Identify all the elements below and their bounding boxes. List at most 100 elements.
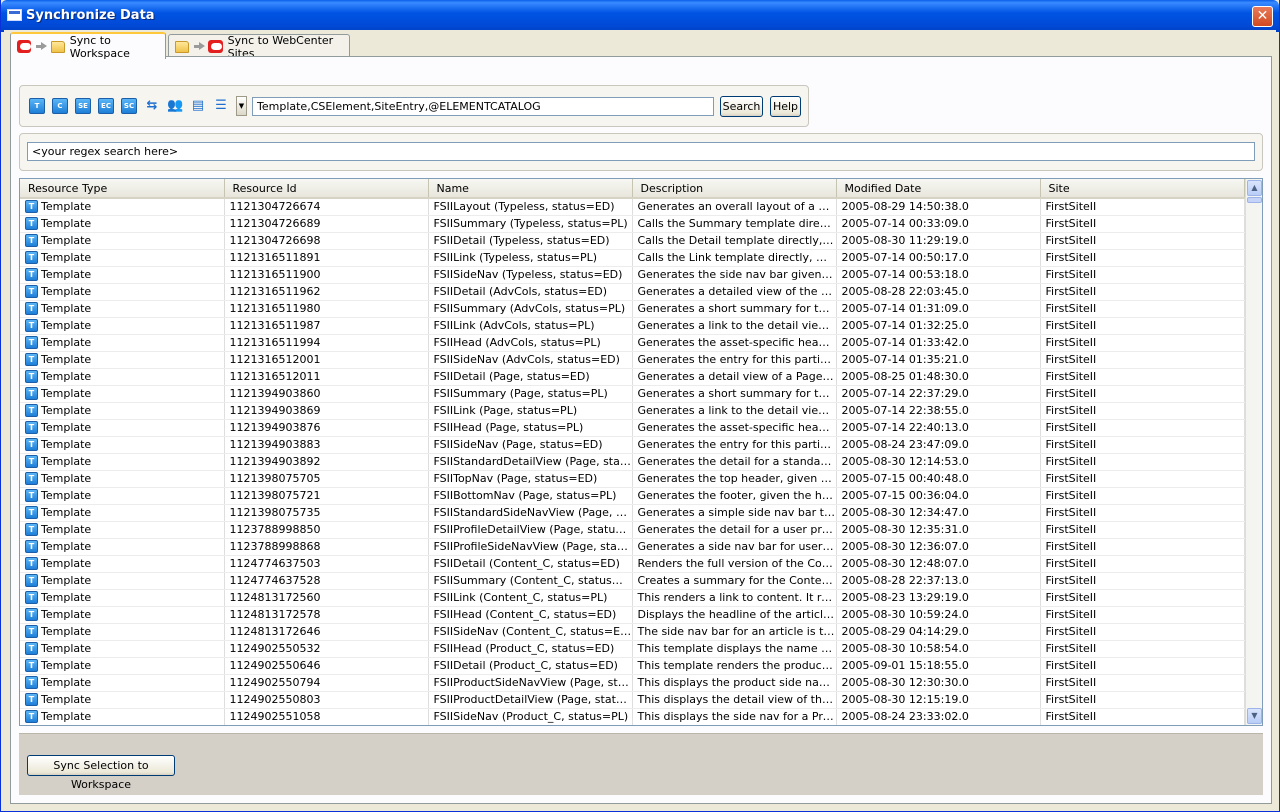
template-icon: T (25, 591, 38, 604)
cell-resource-type: T Template (20, 419, 225, 437)
scroll-up-button[interactable]: ▲ (1247, 180, 1262, 196)
resource-type-label: Template (41, 693, 92, 706)
elementcatalog-type-icon[interactable]: EC (98, 98, 114, 114)
table-row[interactable]: T Template 1121398075705 FSIITopNav (Page, … (20, 470, 1245, 488)
asset-type-icon[interactable]: ▤ (190, 98, 206, 114)
cell-name: FSIISummary (AdvCols, status=PL) (428, 300, 633, 318)
sync-refresh-icon[interactable]: ⇆ (144, 98, 160, 114)
column-header-description[interactable]: Description (632, 179, 837, 199)
cell-modified-date: 2005-07-14 22:37:29.0 (836, 385, 1041, 403)
table-row[interactable]: T Template 1124902550794 FSIIProductSideNav… (20, 674, 1245, 692)
cell-site: FirstSiteII (1040, 215, 1245, 233)
table-row[interactable]: T Template 1121316512001 FSIISideNav (AdvCo… (20, 351, 1245, 369)
cselement-type-icon[interactable]: C (52, 98, 68, 114)
close-button[interactable]: ✕ (1252, 6, 1273, 27)
regex-filter-group: <your regex search here> (19, 133, 1263, 171)
cell-site: FirstSiteII (1040, 249, 1245, 267)
resource-type-label: Template (41, 353, 92, 366)
table-row[interactable]: T Template 1124813172560 FSIILink (Content_… (20, 589, 1245, 607)
table-row[interactable]: T Template 1124813172646 FSIISideNav (Conte… (20, 623, 1245, 641)
cell-description: This renders a link to content. It req..… (632, 589, 837, 607)
table-row[interactable]: T Template 1121394903892 FSIIStandardDetail… (20, 453, 1245, 471)
cell-resource-id: 1124774637503 (224, 555, 429, 573)
table-row[interactable]: T Template 1121304726698 FSIIDetail (Typele… (20, 232, 1245, 250)
scroll-down-button[interactable]: ▼ (1247, 708, 1262, 724)
sitecatalog-type-icon[interactable]: SC (121, 98, 137, 114)
table-row[interactable]: T Template 1121316511891 FSIILink (Typeless… (20, 249, 1245, 267)
table-row[interactable]: T Template 1121304726674 FSIILayout (Typele… (20, 198, 1245, 216)
resource-types-input[interactable]: Template,CSElement,SiteEntry,@ELEMENTCAT… (252, 97, 714, 116)
cell-resource-type: T Template (20, 538, 225, 556)
cell-name: FSIIHead (Product_C, status=ED) (428, 640, 633, 658)
table-row[interactable]: T Template 1121398075721 FSIIBottomNav (Pag… (20, 487, 1245, 505)
regex-search-input[interactable]: <your regex search here> (27, 142, 1255, 161)
cell-description: Generates the detail for a user profil..… (632, 521, 837, 539)
table-row[interactable]: T Template 1123788998850 FSIIProfileDetailV… (20, 521, 1245, 539)
template-icon: T (25, 455, 38, 468)
column-header-resource-type[interactable]: Resource Type (20, 179, 225, 199)
cell-site: FirstSiteII (1040, 572, 1245, 590)
scroll-thumb[interactable] (1247, 197, 1262, 203)
list-icon[interactable]: ☰ (213, 98, 229, 114)
table-row[interactable]: T Template 1124774637503 FSIIDetail (Conten… (20, 555, 1245, 573)
cell-resource-id: 1121394903892 (224, 453, 429, 471)
table-row[interactable]: T Template 1121304726689 FSIISummary (Typel… (20, 215, 1245, 233)
table-row[interactable]: T Template 1121316511987 FSIILink (AdvCols,… (20, 317, 1245, 335)
cell-description: The side nav bar for an article is the .… (632, 623, 837, 641)
table-row[interactable]: T Template 1121398075735 FSIIStandardSideNa… (20, 504, 1245, 522)
table-row[interactable]: T Template 1124902551058 FSIISideNav (Produ… (20, 708, 1245, 725)
tab-sync-to-webcenter-sites[interactable]: Sync to WebCenter Sites (168, 34, 350, 60)
users-icon[interactable]: 👥 (167, 98, 183, 114)
vertical-scrollbar[interactable]: ▲ ▼ (1245, 179, 1262, 725)
cell-resource-id: 1121394903883 (224, 436, 429, 454)
cell-name: FSIIBottomNav (Page, status=PL) (428, 487, 633, 505)
table-row[interactable]: T Template 1121394903860 FSIISummary (Page,… (20, 385, 1245, 403)
cell-resource-type: T Template (20, 249, 225, 267)
cell-name: FSIIStandardSideNavView (Page, stat... (428, 504, 633, 522)
table-row[interactable]: T Template 1121394903883 FSIISideNav (Page,… (20, 436, 1245, 454)
cell-name: FSIIProfileSideNavView (Page, status... (428, 538, 633, 556)
sync-selection-to-workspace-button[interactable]: Sync Selection to Workspace (27, 755, 175, 791)
cell-name: FSIISummary (Typeless, status=PL) (428, 215, 633, 233)
table-row[interactable]: T Template 1121394903869 FSIILink (Page, st… (20, 402, 1245, 420)
resource-type-label: Template (41, 574, 92, 587)
table-row[interactable]: T Template 1121316512011 FSIIDetail (Page, … (20, 368, 1245, 386)
cell-resource-id: 1121394903860 (224, 385, 429, 403)
siteentry-type-icon[interactable]: SE (75, 98, 91, 114)
cell-name: FSIIStandardDetailView (Page, statu... (428, 453, 633, 471)
resource-type-label: Template (41, 472, 92, 485)
cell-resource-id: 1121316511987 (224, 317, 429, 335)
column-header-modified-date[interactable]: Modified Date (836, 179, 1041, 199)
template-icon: T (25, 336, 38, 349)
cell-name: FSIISideNav (Page, status=ED) (428, 436, 633, 454)
table-row[interactable]: T Template 1121394903876 FSIIHead (Page, st… (20, 419, 1245, 437)
column-header-resource-id[interactable]: Resource Id (224, 179, 429, 199)
column-header-name[interactable]: Name (428, 179, 633, 199)
search-button[interactable]: Search (720, 96, 763, 117)
template-type-icon[interactable]: T (29, 98, 45, 114)
table-row[interactable]: T Template 1124774637528 FSIISummary (Conte… (20, 572, 1245, 590)
template-icon: T (25, 353, 38, 366)
cell-resource-type: T Template (20, 555, 225, 573)
title-bar[interactable]: Synchronize Data ✕ (1, 0, 1279, 32)
cell-resource-id: 1121304726689 (224, 215, 429, 233)
template-icon: T (25, 489, 38, 502)
cell-description: Calls the Link template directly, with .… (632, 249, 837, 267)
table-row[interactable]: T Template 1121316511994 FSIIHead (AdvCols,… (20, 334, 1245, 352)
cell-site: FirstSiteII (1040, 521, 1245, 539)
more-types-dropdown[interactable]: ▼ (236, 96, 247, 116)
cell-modified-date: 2005-08-29 04:14:29.0 (836, 623, 1041, 641)
table-row[interactable]: T Template 1124902550646 FSIIDetail (Produc… (20, 657, 1245, 675)
resource-type-cell: T Template (25, 217, 223, 230)
table-row[interactable]: T Template 1121316511900 FSIISideNav (Typel… (20, 266, 1245, 284)
column-header-site[interactable]: Site (1040, 179, 1245, 199)
table-row[interactable]: T Template 1121316511980 FSIISummary (AdvCo… (20, 300, 1245, 318)
table-row[interactable]: T Template 1123788998868 FSIIProfileSideNav… (20, 538, 1245, 556)
tab-sync-to-workspace[interactable]: Sync to Workspace (10, 32, 166, 60)
table-row[interactable]: T Template 1121316511962 FSIIDetail (AdvCol… (20, 283, 1245, 301)
help-button[interactable]: Help (770, 96, 801, 117)
resource-type-cell: T Template (25, 557, 223, 570)
table-row[interactable]: T Template 1124902550532 FSIIHead (Product_… (20, 640, 1245, 658)
table-row[interactable]: T Template 1124902550803 FSIIProductDetailV… (20, 691, 1245, 709)
table-row[interactable]: T Template 1124813172578 FSIIHead (Content_… (20, 606, 1245, 624)
